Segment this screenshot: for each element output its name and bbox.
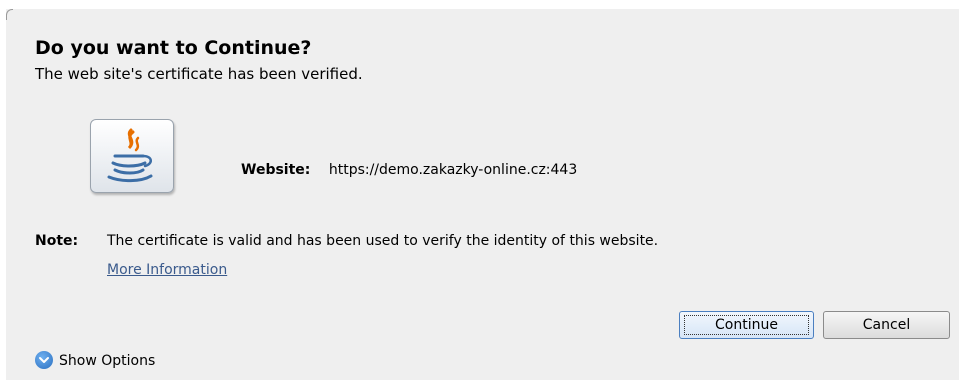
dialog-title: Do you want to Continue? bbox=[35, 37, 312, 59]
note-label: Note: bbox=[35, 233, 79, 249]
website-row: Website: https://demo.zakazky-online.cz:… bbox=[241, 162, 577, 178]
cancel-button-label: Cancel bbox=[862, 317, 911, 333]
website-url: https://demo.zakazky-online.cz:443 bbox=[328, 162, 578, 178]
chevron-down-icon bbox=[35, 351, 53, 369]
show-options-label: Show Options bbox=[59, 353, 156, 369]
security-dialog: Do you want to Continue? The web site's … bbox=[6, 9, 959, 380]
more-information-link[interactable]: More Information bbox=[107, 262, 227, 278]
continue-button-label: Continue bbox=[715, 317, 778, 333]
show-options-toggle[interactable]: Show Options bbox=[35, 351, 156, 370]
website-label: Website: bbox=[241, 162, 311, 178]
java-cup-icon bbox=[90, 119, 174, 193]
dialog-corner bbox=[6, 9, 13, 20]
note-text: The certificate is valid and has been us… bbox=[107, 233, 659, 249]
cancel-button[interactable]: Cancel bbox=[823, 311, 950, 339]
continue-button[interactable]: Continue bbox=[679, 311, 814, 339]
dialog-subtitle: The web site's certificate has been veri… bbox=[35, 65, 363, 83]
note-row: Note: The certificate is valid and has be… bbox=[35, 233, 658, 249]
